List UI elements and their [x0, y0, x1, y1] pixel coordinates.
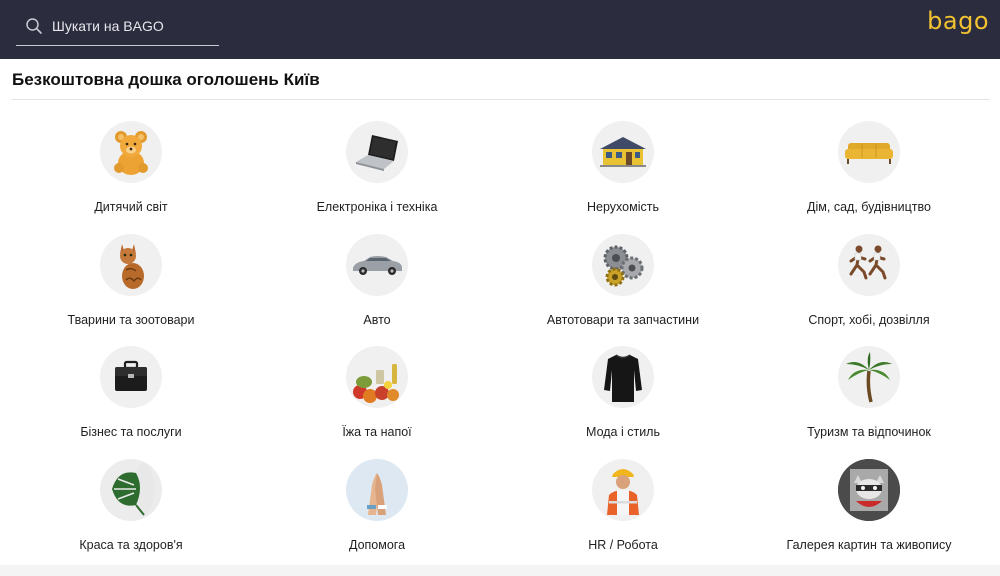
category-label: Тварини та зоотовари: [67, 312, 195, 327]
category-label: Їжа та напої: [342, 425, 412, 439]
house-icon: [600, 137, 646, 167]
category-label: Допомога: [348, 537, 406, 552]
category-fashion[interactable]: Мода і стиль: [500, 339, 746, 452]
teddy-bear-icon: [114, 131, 148, 175]
category-label: HR / Робота: [588, 537, 658, 552]
category-icon-wrapper: [838, 121, 900, 183]
page-title: Безкоштовна дошка оголошень Київ: [12, 70, 320, 89]
main-content: Безкоштовна дошка оголошень Київ Дитячий…: [0, 59, 1000, 565]
category-auto-parts[interactable]: Автотовари та запчастини: [500, 227, 746, 340]
monstera-leaf-icon: [112, 462, 154, 516]
category-label: Спорт, хобі, дозвілля: [808, 312, 930, 327]
category-icon-wrapper: [592, 121, 654, 183]
category-icon-wrapper: [838, 346, 900, 408]
category-grid: Дитячий світ Електроніка і техніка Нерух…: [8, 114, 992, 564]
laptop-icon: [356, 135, 398, 171]
category-home-garden[interactable]: Дім, сад, будівництво: [746, 114, 992, 227]
category-icon-wrapper: [100, 233, 162, 296]
divider: [12, 99, 990, 100]
cat-icon: [120, 243, 144, 289]
category-icon-wrapper: [592, 346, 654, 408]
category-hr-jobs[interactable]: HR / Робота: [500, 452, 746, 565]
category-label: Автотовари та запчастини: [546, 312, 700, 327]
helping-hands-icon: [367, 472, 387, 515]
gears-icon: [603, 245, 644, 286]
sofa-icon: [845, 143, 893, 164]
category-beauty-health[interactable]: Краса та здоров'я: [8, 452, 254, 565]
category-icon-wrapper: [346, 346, 408, 408]
category-auto[interactable]: Авто: [254, 227, 500, 340]
category-sport-hobby[interactable]: Спорт, хобі, дозвілля: [746, 227, 992, 340]
category-icon-wrapper: [346, 121, 408, 183]
category-icon-wrapper: [838, 458, 900, 521]
search-bar[interactable]: [16, 8, 219, 46]
category-kids-world[interactable]: Дитячий світ: [8, 114, 254, 227]
search-icon[interactable]: [25, 17, 43, 35]
category-label: Краса та здоров'я: [79, 537, 183, 552]
sweater-icon: [604, 354, 642, 402]
category-icon-wrapper: [100, 121, 162, 183]
category-real-estate[interactable]: Нерухомість: [500, 114, 746, 227]
category-label: Авто: [363, 312, 391, 327]
search-input[interactable]: [52, 14, 217, 38]
category-label: Бізнес та послуги: [80, 425, 182, 439]
category-icon-wrapper: [838, 233, 900, 296]
category-icon-wrapper: [346, 458, 408, 521]
category-label: Нерухомість: [587, 200, 659, 214]
top-header: bago: [0, 0, 1000, 59]
worker-icon: [607, 468, 639, 515]
runners-icon: [849, 245, 887, 279]
category-icon-wrapper: [100, 346, 162, 408]
category-help[interactable]: Допомога: [254, 452, 500, 565]
category-label: Дитячий світ: [94, 200, 168, 214]
category-business[interactable]: Бізнес та послуги: [8, 339, 254, 452]
category-label: Туризм та відпочинок: [807, 425, 931, 439]
category-electronics[interactable]: Електроніка і техніка: [254, 114, 500, 227]
category-icon-wrapper: [100, 458, 162, 521]
category-icon-wrapper: [592, 458, 654, 521]
category-label: Дім, сад, будівництво: [807, 200, 931, 214]
raccoon-painting-icon: [838, 458, 900, 521]
category-tourism[interactable]: Туризм та відпочинок: [746, 339, 992, 452]
category-icon-wrapper: [346, 233, 408, 296]
category-label: Мода і стиль: [586, 425, 660, 439]
palm-tree-icon: [846, 352, 892, 403]
car-icon: [353, 255, 402, 275]
category-animals[interactable]: Тварини та зоотовари: [8, 227, 254, 340]
category-icon-wrapper: [592, 233, 654, 296]
category-food-drinks[interactable]: Їжа та напої: [254, 339, 500, 452]
food-icon: [353, 364, 399, 403]
category-art-gallery[interactable]: Галерея картин та живопису: [746, 452, 992, 565]
briefcase-icon: [115, 360, 147, 391]
category-label: Галерея картин та живопису: [786, 537, 952, 552]
category-label: Електроніка і техніка: [316, 200, 438, 214]
bago-logo[interactable]: bago: [927, 7, 989, 35]
